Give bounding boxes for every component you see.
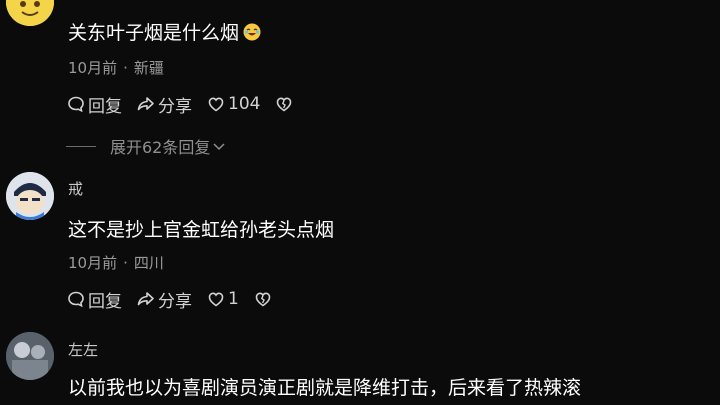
comment-text-body: 关东叶子烟是什么烟 [68, 22, 240, 44]
avatar[interactable] [6, 332, 54, 380]
expand-replies-label: 展开62条回复 [110, 138, 211, 157]
share-button[interactable]: 分享 [136, 287, 192, 312]
divider-line [66, 145, 96, 147]
comment-meta: 10月前 · 四川 [68, 252, 164, 273]
dislike-button[interactable] [274, 94, 296, 114]
chevron-down-icon [213, 143, 225, 151]
comment-meta: 10月前 · 新疆 [68, 57, 164, 78]
comment-location: 新疆 [133, 59, 164, 77]
comment-text: 以前我也以为喜剧演员演正剧就是降维打击，后来看了热辣滚 [68, 377, 582, 399]
share-icon [137, 97, 154, 111]
avatar[interactable] [6, 172, 54, 220]
meta-separator: · [123, 254, 128, 272]
broken-heart-icon [277, 97, 292, 112]
share-label: 分享 [158, 96, 192, 117]
like-count: 1 [228, 289, 239, 309]
reply-label: 回复 [88, 291, 122, 312]
reply-button[interactable]: 回复 [66, 287, 122, 312]
like-count: 104 [228, 94, 261, 114]
comment-location: 四川 [133, 254, 164, 272]
broken-heart-icon [255, 292, 271, 307]
laughing-tears-icon [243, 23, 261, 41]
reply-label: 回复 [88, 96, 122, 117]
expand-replies-button[interactable]: 展开62条回复 [66, 134, 226, 158]
reply-icon [68, 291, 84, 308]
comment-text: 关东叶子烟是什么烟 [68, 18, 261, 45]
comment-username[interactable]: 戒 [68, 178, 83, 199]
comment-text: 这不是抄上官金虹给孙老头点烟 [68, 219, 335, 241]
reply-button[interactable]: 回复 [66, 92, 122, 117]
comment-actions: 回复 分享 1 [66, 287, 289, 312]
reply-icon [68, 96, 84, 113]
heart-icon [208, 97, 224, 112]
comment-time: 10月前 [68, 59, 118, 77]
comment-username[interactable]: 左左 [68, 339, 98, 360]
heart-icon [208, 292, 224, 307]
avatar[interactable] [6, 0, 54, 26]
share-icon [137, 292, 154, 306]
comment-actions: 回复 分享 104 [66, 92, 310, 117]
like-button[interactable]: 104 [206, 94, 260, 114]
meta-separator: · [123, 59, 128, 77]
share-label: 分享 [158, 291, 192, 312]
dislike-button[interactable] [253, 289, 275, 309]
comment-time: 10月前 [68, 254, 118, 272]
like-button[interactable]: 1 [206, 289, 239, 309]
share-button[interactable]: 分享 [136, 92, 192, 117]
